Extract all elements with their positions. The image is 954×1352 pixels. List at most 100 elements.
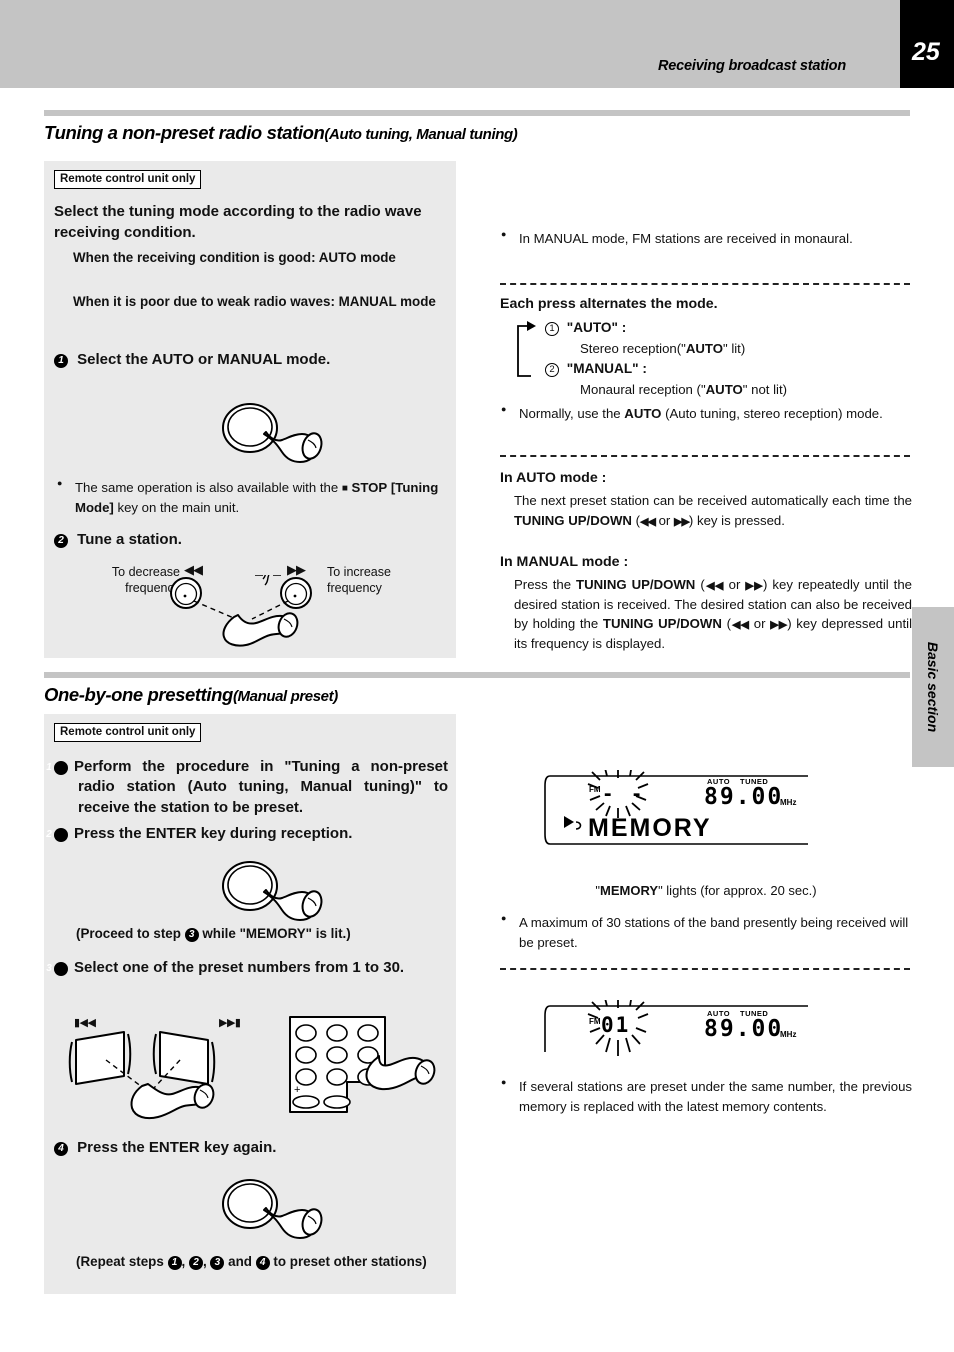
section2-step4-label: Press the ENTER key again. [77, 1139, 277, 1156]
section1-stop-note: The same operation is also available wit… [56, 477, 448, 517]
max-stations-note-list: A maximum of 30 stations of the band pre… [500, 912, 912, 952]
repeat-step-number-2: 2 [188, 1256, 203, 1270]
in-manual-mode-title: In MANUAL mode : [500, 554, 629, 570]
max-stations-note: A maximum of 30 stations of the band pre… [500, 912, 912, 952]
section2-step4: 4 Press the ENTER key again. [54, 1138, 448, 1158]
note-stop-key: STOP [351, 480, 388, 495]
section1-stop-note-list: The same operation is also available wit… [56, 477, 448, 517]
lcd1-unit: MHz [780, 798, 796, 807]
mode-manual-entry: 2 "MANUAL" : [545, 360, 915, 378]
in-manual-mode-body: Press the TUNING UP/DOWN (◀◀ or ▶▶) key … [514, 577, 913, 651]
increase-frequency-label: To increase frequency [327, 565, 391, 596]
proceed-step-number-3: 3 [184, 928, 199, 942]
alternates-title: Each press alternates the mode. [500, 296, 718, 312]
step-number-2: 2 [54, 534, 68, 548]
section2-rule [44, 672, 910, 678]
dash-divider-2 [500, 455, 910, 457]
side-section-label: Basic section [925, 641, 941, 733]
right-manual-mono-note-list: In MANUAL mode, FM stations are received… [500, 228, 912, 249]
section2-step2-label: Press the ENTER key during reception. [74, 825, 353, 842]
header-band [0, 0, 954, 88]
mode-manual-desc: Monaural reception ("AUTO" not lit) [580, 382, 788, 397]
memory-lights-caption: "MEMORY" lights (for approx. 20 sec.) [595, 883, 817, 898]
lcd-display-preset-01: FM 01 AUTO TUNED 89.00 MHz [544, 1000, 808, 1056]
step-number-1: 1 [54, 354, 68, 368]
section1-heading: Tuning a non-preset radio station(Auto t… [44, 122, 518, 144]
section2-step2: 2 Press the ENTER key during reception. [46, 824, 448, 844]
lcd2-fm-label: FM [589, 1017, 601, 1026]
page-number-tab: 25 [900, 0, 954, 88]
section1-condition-poor: When it is poor due to weak radio waves:… [73, 294, 436, 309]
replace-memory-note-list: If several stations are preset under the… [500, 1076, 912, 1116]
mode-auto-desc: Stereo reception("AUTO" lit) [580, 341, 746, 356]
lcd2-frequency: 89.00 [704, 1016, 783, 1042]
preset-step-number-1: 1 [46, 761, 68, 775]
section2-repeat-note: (Repeat steps 1, 2, 3 and 4 to preset ot… [76, 1254, 427, 1270]
mode-loop-arrow-icon [517, 321, 536, 377]
section2-step3: 3 Select one of the preset numbers from 1… [46, 958, 448, 978]
section1-heading-sub: (Auto tuning, Manual tuning) [324, 126, 518, 143]
section2-heading-sub: (Manual preset) [232, 688, 338, 705]
note-stop-suffix: key on the main unit. [113, 499, 240, 515]
section2-heading: One-by-one presetting(Manual preset) [44, 684, 338, 706]
lcd2-unit: MHz [780, 1030, 796, 1039]
section2-step1-label: Perform the procedure in "Tuning a non-p… [74, 758, 448, 816]
section2-proceed-note: (Proceed to step 3 while "MEMORY" is lit… [76, 926, 351, 942]
header-title: Receiving broadcast station [658, 58, 846, 74]
stop-square-icon: ■ [341, 483, 348, 494]
mode-manual-label: "MANUAL" : [566, 361, 647, 376]
illustration-enter-key-press-1 [222, 861, 323, 921]
section1-rule [44, 110, 910, 116]
side-section-tab: Basic section [912, 607, 954, 767]
section1-step2-label: Tune a station. [77, 531, 182, 548]
lcd1-preset-digits: - - [602, 783, 645, 805]
dash-divider-1 [500, 283, 910, 285]
section2-heading-main: One-by-one presetting [44, 684, 233, 705]
illustration-tuning-keys [170, 575, 312, 647]
mode-number-1: 1 [545, 322, 559, 336]
preset-step-number-2: 2 [46, 828, 68, 842]
lcd1-memory-text: MEMORY [588, 814, 712, 842]
section1-condition-good: When the receiving condition is good: AU… [73, 250, 396, 265]
lcd1-frequency: 89.00 [704, 784, 783, 810]
fastforward-icon-manual-1: ▶▶ [745, 580, 764, 592]
fastforward-icon-auto: ▶▶ [674, 515, 690, 528]
section2-remote-badge: Remote control unit only [54, 723, 202, 743]
lcd-display-memory: FM - - AUTO TUNED 89.00 MHz MEMORY [544, 770, 808, 845]
dash-divider-3 [500, 968, 910, 970]
mode-auto-label: "AUTO" : [566, 320, 627, 335]
illustration-enter-key-press-2 [222, 1179, 323, 1239]
section1-step1-label: Select the AUTO or MANUAL mode. [77, 351, 331, 368]
lcd1-fm-label: FM [589, 785, 601, 794]
rewind-icon-manual-1: ◀◀ [704, 580, 725, 592]
mode-number-2: 2 [545, 363, 559, 377]
section1-remote-badge: Remote control unit only [54, 170, 202, 190]
page-number: 25 [912, 38, 940, 66]
fastforward-icon-manual-2: ▶▶ [770, 619, 788, 632]
preset-step-number-3: 3 [46, 962, 68, 976]
lcd1-play-icon [564, 816, 574, 828]
normally-auto-note: Normally, use the AUTO (Auto tuning, ste… [500, 403, 912, 424]
repeat-step-number-1: 1 [167, 1256, 182, 1270]
in-auto-mode-body: The next preset station can be received … [514, 493, 912, 528]
section1-step1: 1 Select the AUTO or MANUAL mode. [54, 350, 448, 370]
repeat-step-number-3: 3 [210, 1256, 225, 1270]
preset-step-number-4: 4 [54, 1142, 68, 1156]
section1-lead-text: Select the tuning mode according to the … [54, 203, 422, 242]
repeat-step-number-4: 4 [255, 1256, 270, 1270]
illustration-numeric-keypad: + [289, 1016, 436, 1113]
note-stop-prefix: The same operation is also available wit… [75, 480, 342, 495]
mode-auto-entry: 1 "AUTO" : [545, 319, 915, 337]
lcd2-preset-digits: 01 [601, 1013, 630, 1037]
section1-step2: 2 Tune a station. [54, 530, 448, 550]
rewind-icon-manual-2: ◀◀ [731, 619, 750, 632]
normally-auto-note-list: Normally, use the AUTO (Auto tuning, ste… [500, 403, 912, 424]
illustration-preset-rocker-keys [68, 1031, 216, 1120]
right-manual-mono-note: In MANUAL mode, FM stations are received… [500, 228, 912, 249]
section2-step1: 1 Perform the procedure in "Tuning a non-… [46, 757, 448, 818]
replace-memory-note: If several stations are preset under the… [500, 1076, 912, 1116]
section1-heading-main: Tuning a non-preset radio station [44, 122, 325, 143]
section2-step3-label: Select one of the preset numbers from 1 … [74, 959, 405, 976]
keypad-plus-label: + [294, 1084, 300, 1096]
rewind-icon-auto: ◀◀ [640, 515, 656, 528]
